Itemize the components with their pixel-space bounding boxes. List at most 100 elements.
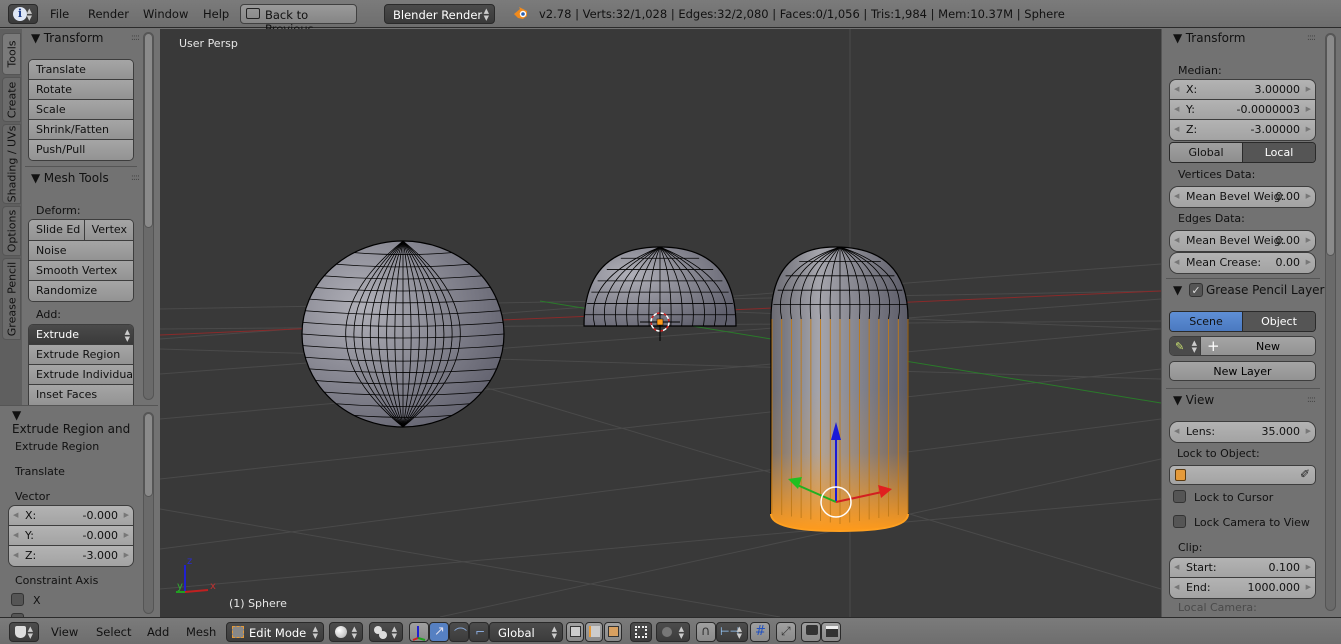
push-pull-button[interactable]: Push/Pull <box>29 140 133 160</box>
slide-vertex-button[interactable]: Vertex <box>84 220 133 240</box>
shrink-fatten-button[interactable]: Shrink/Fatten <box>29 120 133 140</box>
lock-camera-to-view-checkbox[interactable] <box>1173 515 1186 528</box>
menu-add[interactable]: Add <box>147 625 169 639</box>
scrollbar-thumb[interactable] <box>144 33 153 228</box>
editor-type-button[interactable]: i ▲ ▼ <box>8 4 38 24</box>
tab-create[interactable]: Create <box>2 77 21 122</box>
operator-panel-header[interactable]: ▼ Extrude Region and <box>12 408 136 436</box>
object-option[interactable]: Object <box>1243 312 1315 331</box>
median-x-field[interactable]: ◀ X: 3.00000 ▶ <box>1170 80 1315 100</box>
edge-bevel-weight-field[interactable]: ◀ Mean Bevel Weig: 0.00 ▶ <box>1169 230 1316 252</box>
extrude-individual-button[interactable]: Extrude Individual <box>29 365 133 385</box>
scene-option[interactable]: Scene <box>1170 312 1243 331</box>
snap-toggle[interactable]: ∩ <box>696 622 716 642</box>
vertex-bevel-weight-field[interactable]: ◀ Mean Bevel Weig: 0.00 ▶ <box>1169 186 1316 208</box>
opengl-render-image-button[interactable]: ⤢ <box>776 622 796 642</box>
lock-to-object-field[interactable]: ✐ <box>1169 465 1316 485</box>
menu-select[interactable]: Select <box>96 625 131 639</box>
scrollbar-thumb[interactable] <box>1326 34 1335 256</box>
new-layer-button[interactable]: New Layer <box>1169 361 1316 381</box>
inset-faces-button[interactable]: Inset Faces <box>29 385 133 405</box>
render-engine-select[interactable]: Blender Render ▲ ▼ <box>384 4 495 24</box>
tab-options[interactable]: Options <box>2 206 21 256</box>
transform-panel-header[interactable]: ▼ Transform :::: <box>31 31 140 47</box>
opengl-render-animation-button[interactable] <box>821 622 841 642</box>
transform-properties-header[interactable]: ▼ Transform :::: <box>1173 31 1316 47</box>
operator-scrollbar[interactable] <box>143 412 154 614</box>
translate-manipulator-toggle[interactable]: ↗ <box>429 622 449 642</box>
extrude-dropdown[interactable]: Extrude ▲ ▼ <box>29 325 133 345</box>
scene-statistics: v2.78 | Verts:32/1,028 | Edges:32/2,080 … <box>539 7 1065 21</box>
rotate-manipulator-toggle[interactable]: ⌒ <box>449 622 469 643</box>
drag-grip-icon[interactable]: :::: <box>1307 33 1316 43</box>
global-option[interactable]: Global <box>1170 143 1243 162</box>
lens-field[interactable]: ◀ Lens: 35.000 ▶ <box>1169 421 1316 443</box>
vector-y-field[interactable]: ◀ Y: -0.000 ▶ <box>9 526 133 546</box>
grease-pencil-enable-checkbox[interactable]: ✓ <box>1189 283 1203 297</box>
smooth-vertex-button[interactable]: Smooth Vertex <box>29 261 133 281</box>
proportional-editing-select[interactable]: ▲ ▼ <box>656 622 690 642</box>
vector-z-field[interactable]: ◀ Z: -3.000 ▶ <box>9 546 133 566</box>
back-to-previous-button[interactable]: Back to Previous <box>240 4 357 36</box>
translate-button[interactable]: Translate <box>29 60 133 80</box>
lock-camera-to-view-label: Lock Camera to View <box>1194 516 1310 529</box>
eyedropper-icon[interactable]: ✐ <box>1300 467 1310 481</box>
scale-manipulator-toggle[interactable]: ⌐ <box>469 622 489 642</box>
menu-render[interactable]: Render <box>88 7 129 21</box>
updown-arrows-icon: ▲ ▼ <box>1191 339 1197 354</box>
mode-select[interactable]: Edit Mode ▲ ▼ <box>226 622 324 642</box>
local-option[interactable]: Local <box>1243 143 1315 162</box>
pencil-datablock-browse[interactable]: ✎ ▲ ▼ <box>1170 337 1201 355</box>
viewport-shading-select[interactable]: ▲ ▼ <box>329 622 363 642</box>
drag-grip-icon[interactable]: :::: <box>131 173 140 183</box>
rotate-button[interactable]: Rotate <box>29 80 133 100</box>
tool-shelf-scrollbar[interactable] <box>143 32 154 400</box>
transform-orientation-select[interactable]: Global ▲ ▼ <box>489 622 563 642</box>
snap-element-select[interactable]: ⊢⊣ ▲ ▼ <box>716 622 748 642</box>
extrude-region-button[interactable]: Extrude Region <box>29 345 133 365</box>
menu-file[interactable]: File <box>50 7 69 21</box>
orientation-value: Global <box>498 626 535 640</box>
menu-window[interactable]: Window <box>143 7 188 21</box>
pivot-point-select[interactable]: ▲ ▼ <box>369 622 403 642</box>
view-panel-header[interactable]: ▼ View :::: <box>1173 393 1316 409</box>
lock-to-cursor-checkbox[interactable] <box>1173 490 1186 503</box>
noise-button[interactable]: Noise <box>29 241 133 261</box>
median-y-field[interactable]: ◀ Y: -0.0000003 ▶ <box>1170 100 1315 120</box>
menu-help[interactable]: Help <box>203 7 229 21</box>
grease-pencil-panel-header[interactable]: ▼ ✓ Grease Pencil Layers <box>1173 283 1331 299</box>
vertex-select-mode-button[interactable] <box>566 622 584 642</box>
tab-tools[interactable]: Tools <box>2 33 21 75</box>
constraint-x-checkbox[interactable] <box>11 593 24 606</box>
slide-edge-button[interactable]: Slide Ed <box>29 220 85 240</box>
tab-shading-uvs[interactable]: Shading / UVs <box>2 124 21 204</box>
drag-grip-icon[interactable]: :::: <box>131 33 140 43</box>
menu-view[interactable]: View <box>51 625 78 639</box>
median-z-field[interactable]: ◀ Z: -3.00000 ▶ <box>1170 120 1315 140</box>
clip-end-field[interactable]: ◀ End: 1000.000 ▶ <box>1170 578 1315 598</box>
menu-mesh[interactable]: Mesh <box>186 625 216 639</box>
properties-scrollbar[interactable] <box>1325 33 1336 611</box>
new-grease-pencil-button[interactable]: + New <box>1201 337 1315 355</box>
mesh-tools-panel-header[interactable]: ▼ Mesh Tools :::: <box>31 171 140 187</box>
drag-grip-icon[interactable]: :::: <box>1307 395 1316 405</box>
edge-select-mode-button[interactable] <box>585 622 603 642</box>
3d-viewport[interactable]: z x y User Persp (1) Sphere <box>160 29 1161 617</box>
back-icon <box>246 8 260 19</box>
edge-crease-field[interactable]: ◀ Mean Crease: 0.00 ▶ <box>1169 252 1316 274</box>
snap-target-button[interactable]: # <box>750 622 770 642</box>
scale-button[interactable]: Scale <box>29 100 133 120</box>
scrollbar-thumb[interactable] <box>144 413 153 497</box>
tab-grease-pencil[interactable]: Grease Pencil <box>2 258 21 340</box>
opengl-render-button[interactable] <box>801 622 821 642</box>
gizmo-y-label: y <box>177 581 183 592</box>
proportional-editing-icon <box>662 627 672 637</box>
editor-type-button[interactable]: ▲ ▼ <box>9 622 39 642</box>
constraint-x-label: X <box>33 594 41 607</box>
randomize-button[interactable]: Randomize <box>29 281 133 301</box>
clip-start-field[interactable]: ◀ Start: 0.100 ▶ <box>1170 558 1315 578</box>
vector-x-field[interactable]: ◀ X: -0.000 ▶ <box>9 506 133 526</box>
face-select-mode-button[interactable] <box>604 622 622 642</box>
manipulator-toggle[interactable] <box>409 622 429 642</box>
limit-selection-visible-toggle[interactable] <box>630 622 652 642</box>
